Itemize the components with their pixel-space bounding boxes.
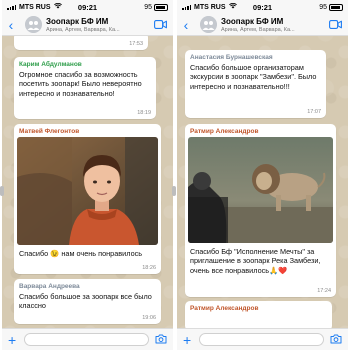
message-input-bar: + <box>2 328 173 350</box>
group-avatar[interactable] <box>200 16 217 33</box>
wifi-icon <box>53 2 62 11</box>
video-call-icon[interactable] <box>154 16 168 34</box>
carrier-label: MTS RUS <box>19 3 51 11</box>
chat-title: Зоопарк БФ ИМ <box>221 16 284 26</box>
message-input-bar: + <box>177 328 348 350</box>
battery-percent: 95 <box>144 3 152 11</box>
message-bubble[interactable]: Карим Абдулманов Огромное спасибо за воз… <box>14 57 156 119</box>
message-sender: Ратмир Александров <box>190 128 259 135</box>
message-time: 17:07 <box>307 109 321 115</box>
signal-icon <box>7 4 16 10</box>
message-text: Спасибо Бф "Исполнение Мечты" за приглаш… <box>190 247 321 275</box>
signal-icon <box>182 4 191 10</box>
wifi-icon <box>228 2 237 11</box>
message-bubble[interactable]: Ратмир Александров <box>185 124 336 297</box>
boy-at-zoo-photo <box>17 137 158 245</box>
chat-header: ‹ Зоопарк БФ ИМ Арина, Артем, Варвара, К… <box>177 14 348 36</box>
chat-header: ‹ Зоопарк БФ ИМ Арина, Артем, Варвара, К… <box>2 14 173 36</box>
clock: 09:21 <box>252 2 273 12</box>
plus-icon[interactable]: + <box>8 333 16 347</box>
message-text: Спасибо большое организаторам экскурсии … <box>190 63 317 91</box>
chat-title: Зоопарк БФ ИМ <box>46 16 109 26</box>
message-time: 18:26 <box>142 265 156 271</box>
message-time: 17:53 <box>129 41 143 47</box>
message-bubble[interactable]: Ратмир Александров <box>185 301 332 331</box>
photo-attachment[interactable] <box>188 137 333 243</box>
chat-title-area[interactable]: Зоопарк БФ ИМ Арина, Артем, Варвара, Ка.… <box>221 17 329 33</box>
chat-participants: Арина, Артем, Варвара, Ка... <box>221 26 295 33</box>
status-bar: MTS RUS 09:21 95 <box>2 0 173 14</box>
plus-icon[interactable]: + <box>183 333 191 347</box>
back-icon[interactable]: ‹ <box>5 18 17 32</box>
message-sender: Матвей Флегонтов <box>19 128 80 135</box>
group-avatar[interactable] <box>25 16 42 33</box>
message-time: 17:24 <box>317 288 331 294</box>
chat-participants: Арина, Артем, Варвара, Ка... <box>46 26 120 33</box>
battery-indicator: 95 <box>144 3 168 11</box>
message-sender: Анастасия Бурнашевская <box>190 54 273 61</box>
scroll-handle[interactable] <box>172 186 176 196</box>
camera-icon[interactable] <box>330 331 342 349</box>
message-text: Спасибо большое за зоопарк все было клас… <box>19 292 152 311</box>
chat-title-area[interactable]: Зоопарк БФ ИМ Арина, Артем, Варвара, Ка.… <box>46 17 154 33</box>
message-text: Огромное спасибо за возможность посетить… <box>19 70 142 98</box>
left-phone-screen: MTS RUS 09:21 95 ‹ Зоопарк БФ ИМ Арина, … <box>2 0 173 350</box>
photo-attachment[interactable] <box>17 137 158 245</box>
message-time: 19:06 <box>142 315 156 321</box>
clock: 09:21 <box>77 2 98 12</box>
scroll-handle[interactable] <box>0 186 4 196</box>
right-phone-screen: MTS RUS 09:21 95 ‹ Зоопарк БФ ИМ Арина, … <box>177 0 348 350</box>
battery-indicator: 95 <box>319 3 343 11</box>
message-bubble[interactable]: Матвей Флегонтов Спасибо 😉 нам очень пон… <box>14 124 161 274</box>
video-call-icon[interactable] <box>329 16 343 34</box>
message-sender: Карим Абдулманов <box>19 61 82 68</box>
battery-icon <box>329 3 343 11</box>
message-input[interactable] <box>24 333 149 346</box>
lion-at-zoo-photo <box>188 137 333 243</box>
message-time: 18:19 <box>137 110 151 116</box>
camera-icon[interactable] <box>155 331 167 349</box>
status-bar: MTS RUS 09:21 95 <box>177 0 348 14</box>
message-sender: Варвара Андреева <box>19 283 80 290</box>
message-bubble[interactable]: Варвара Андреева Спасибо большое за зооп… <box>14 279 161 324</box>
carrier-label: MTS RUS <box>194 3 226 11</box>
message-input[interactable] <box>199 333 324 346</box>
message-sender: Ратмир Александров <box>190 305 259 312</box>
message-text: Спасибо 😉 нам очень понравилось <box>19 249 143 258</box>
battery-percent: 95 <box>319 3 327 11</box>
battery-icon <box>154 3 168 11</box>
back-icon[interactable]: ‹ <box>180 18 192 32</box>
message-bubble[interactable]: Анастасия Бурнашевская Спасибо большое о… <box>185 50 326 118</box>
